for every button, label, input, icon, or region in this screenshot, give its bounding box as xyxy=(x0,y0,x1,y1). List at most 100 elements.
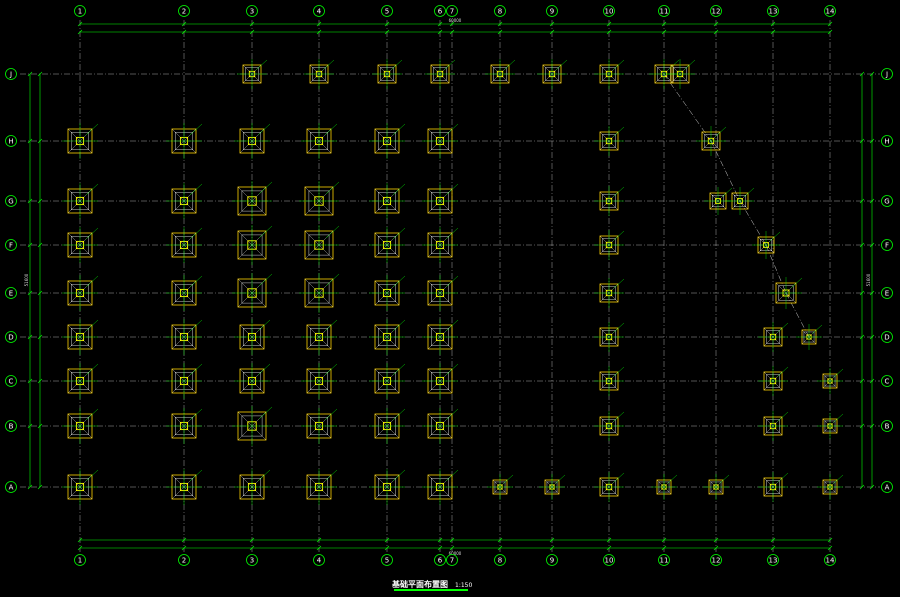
axis-bubble-label: J xyxy=(9,71,12,79)
foundation-plan-drawing: 600006000051600 51600 1122334455667788991… xyxy=(0,0,900,597)
axis-bubble-label: A xyxy=(885,484,890,492)
axis-bubble-label: 9 xyxy=(550,557,554,565)
axis-bubble-left-A: A xyxy=(5,481,17,493)
pile-cap-footing xyxy=(232,225,273,265)
right-overall-dimension: 51600 xyxy=(866,273,871,286)
axis-bubble-label: 14 xyxy=(826,8,835,16)
axis-bubble-label: 12 xyxy=(712,8,721,16)
axis-bubble-label: 5 xyxy=(385,8,389,16)
axis-bubble-top-4: 4 xyxy=(313,5,325,17)
axis-bubble-label: J xyxy=(885,71,888,79)
axis-bubble-right-F: F xyxy=(881,239,893,251)
axis-bubble-left-G: G xyxy=(5,195,17,207)
axis-bubble-label: 5 xyxy=(385,557,389,565)
axis-bubble-label: 7 xyxy=(450,557,454,565)
axis-bubble-label: E xyxy=(9,290,13,298)
axis-bubble-top-9: 9 xyxy=(546,5,558,17)
pile-cap-footing xyxy=(299,225,340,265)
axis-bubble-right-G: G xyxy=(881,195,893,207)
axis-bubble-bottom-8: 8 xyxy=(494,554,506,566)
axis-bubble-top-13: 13 xyxy=(767,5,779,17)
axis-bubble-left-J: J xyxy=(5,68,17,80)
axis-bubble-label: B xyxy=(9,423,14,431)
axis-bubble-bottom-14: 14 xyxy=(824,554,836,566)
axis-bubble-label: 1 xyxy=(78,8,82,16)
drawing-scale: 1:150 xyxy=(455,582,472,589)
axis-bubble-label: 1 xyxy=(78,557,82,565)
axis-bubble-label: H xyxy=(884,138,889,146)
axis-bubble-label: 13 xyxy=(769,557,778,565)
axis-bubble-label: 4 xyxy=(317,557,322,565)
axis-bubble-label: 2 xyxy=(182,557,186,565)
axis-bubble-bottom-10: 10 xyxy=(603,554,615,566)
axis-bubble-bottom-5: 5 xyxy=(381,554,393,566)
axis-bubble-top-14: 14 xyxy=(824,5,836,17)
axis-bubble-label: 7 xyxy=(450,8,454,16)
axis-bubble-right-E: E xyxy=(881,287,893,299)
axis-bubble-right-D: D xyxy=(881,331,893,343)
axis-bubble-label: C xyxy=(885,378,890,386)
axis-bubble-bottom-2: 2 xyxy=(178,554,190,566)
left-overall-dimension: 51600 xyxy=(24,273,29,286)
axis-bubble-label: 14 xyxy=(826,557,835,565)
axis-bubble-top-1: 1 xyxy=(74,5,86,17)
axis-bubble-label: G xyxy=(8,198,13,206)
axis-bubble-label: 12 xyxy=(712,557,721,565)
axis-bubble-left-F: F xyxy=(5,239,17,251)
pile-cap-footing xyxy=(299,273,340,313)
axis-bubble-label: 2 xyxy=(182,8,186,16)
axis-bubble-label: 10 xyxy=(605,8,614,16)
axis-bubble-top-6: 6 xyxy=(434,5,446,17)
axis-bubble-label: 11 xyxy=(660,557,669,565)
axis-bubble-label: A xyxy=(9,484,14,492)
axis-bubble-bottom-9: 9 xyxy=(546,554,558,566)
axis-bubble-top-7: 7 xyxy=(446,5,458,17)
axis-bubble-label: D xyxy=(884,334,889,342)
axis-bubble-top-11: 11 xyxy=(658,5,670,17)
axis-bubble-label: 3 xyxy=(250,8,254,16)
axis-bubble-top-3: 3 xyxy=(246,5,258,17)
pile-cap-footing xyxy=(232,406,273,446)
pile-cap-footing xyxy=(299,181,340,221)
axis-bubble-top-2: 2 xyxy=(178,5,190,17)
axis-bubble-bottom-13: 13 xyxy=(767,554,779,566)
axis-bubble-top-5: 5 xyxy=(381,5,393,17)
axis-bubble-left-H: H xyxy=(5,135,17,147)
axis-bubble-top-8: 8 xyxy=(494,5,506,17)
axis-bubble-label: 3 xyxy=(250,557,254,565)
axis-bubble-top-12: 12 xyxy=(710,5,722,17)
axis-bubble-label: 6 xyxy=(438,8,443,16)
axis-bubble-label: C xyxy=(9,378,14,386)
axis-bubble-label: E xyxy=(885,290,889,298)
pile-cap-footing xyxy=(232,181,273,221)
axis-bubble-bottom-6: 6 xyxy=(434,554,446,566)
top-overall-dimension: 60000 xyxy=(449,18,462,23)
axis-bubble-label: 8 xyxy=(498,8,502,16)
drawing-background xyxy=(0,0,900,597)
axis-bubble-bottom-1: 1 xyxy=(74,554,86,566)
axis-bubble-right-B: B xyxy=(881,420,893,432)
axis-bubble-right-A: A xyxy=(881,481,893,493)
axis-bubble-bottom-7: 7 xyxy=(446,554,458,566)
axis-bubble-label: 8 xyxy=(498,557,502,565)
axis-bubble-bottom-12: 12 xyxy=(710,554,722,566)
axis-bubble-label: 13 xyxy=(769,8,778,16)
axis-bubble-right-C: C xyxy=(881,375,893,387)
axis-bubble-label: F xyxy=(9,242,13,250)
axis-bubble-bottom-11: 11 xyxy=(658,554,670,566)
drawing-title: 基础平面布置图 xyxy=(391,579,448,589)
pile-cap-footing xyxy=(232,273,273,313)
axis-bubble-left-B: B xyxy=(5,420,17,432)
axis-bubble-label: H xyxy=(8,138,13,146)
axis-bubble-left-E: E xyxy=(5,287,17,299)
axis-bubble-label: G xyxy=(884,198,889,206)
axis-bubble-label: 10 xyxy=(605,557,614,565)
axis-bubble-label: 4 xyxy=(317,8,322,16)
axis-bubble-right-H: H xyxy=(881,135,893,147)
axis-bubble-bottom-4: 4 xyxy=(313,554,325,566)
axis-bubble-label: D xyxy=(8,334,13,342)
axis-bubble-label: 9 xyxy=(550,8,554,16)
axis-bubble-label: 11 xyxy=(660,8,669,16)
axis-bubble-label: B xyxy=(885,423,890,431)
axis-bubble-left-D: D xyxy=(5,331,17,343)
